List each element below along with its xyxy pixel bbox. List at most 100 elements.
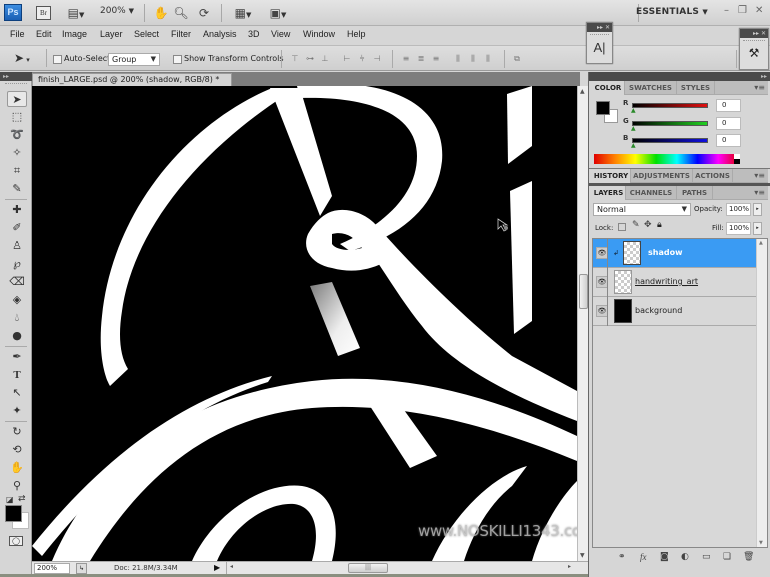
status-options-icon[interactable]: ↳ bbox=[76, 563, 87, 574]
history-brush-tool-icon[interactable]: ℘ bbox=[7, 256, 27, 272]
restore-button[interactable]: ❐ bbox=[738, 5, 747, 16]
lock-image-pixels-icon[interactable]: ✎ bbox=[632, 220, 640, 230]
clone-stamp-tool-icon[interactable]: ♙ bbox=[7, 238, 27, 254]
layer-name[interactable]: shadow bbox=[648, 248, 682, 257]
blue-slider-handle[interactable]: ▲ bbox=[631, 142, 636, 149]
vertical-scrollbar[interactable]: ▲ ▼ bbox=[577, 86, 588, 561]
layer-row-background[interactable]: 👁︎ background bbox=[593, 297, 756, 326]
toolbox-header[interactable]: ▸▸ bbox=[0, 72, 32, 81]
new-layer-icon[interactable]: ❏ bbox=[723, 552, 731, 562]
3d-rotate-tool-icon[interactable]: ↻ bbox=[7, 424, 27, 440]
scroll-down-icon[interactable]: ▼ bbox=[580, 552, 585, 559]
rotate-view-icon[interactable]: ⟳ bbox=[196, 5, 212, 21]
tab-adjustments[interactable]: ADJUSTMENTS bbox=[631, 169, 693, 183]
type-tool-icon[interactable]: T bbox=[7, 367, 27, 383]
menu-image[interactable]: Image bbox=[62, 29, 87, 39]
lock-all-icon[interactable]: 🔒︎ bbox=[657, 220, 662, 230]
auto-select-checkbox[interactable] bbox=[53, 55, 62, 64]
swap-colors-icon[interactable]: ⇄ bbox=[18, 494, 26, 504]
panel-menu-icon[interactable]: ▾≡ bbox=[754, 169, 765, 183]
distribute-top-icon[interactable]: ≡ bbox=[400, 54, 412, 64]
move-tool-preset-picker[interactable]: ➤ ▾ bbox=[14, 51, 30, 65]
fill-field[interactable]: 100% bbox=[726, 222, 751, 235]
zoom-tool-icon[interactable]: ⚲ bbox=[7, 478, 27, 494]
view-extras-button[interactable]: ▤▼ bbox=[63, 5, 89, 21]
align-left-edges-icon[interactable]: ⊢ bbox=[341, 54, 353, 64]
distribute-bottom-icon[interactable]: ≡ bbox=[430, 54, 442, 64]
panel-menu-icon[interactable]: ▾≡ bbox=[754, 81, 765, 95]
layer-name[interactable]: handwriting_art bbox=[635, 277, 698, 286]
lasso-tool-icon[interactable]: ➰ bbox=[7, 127, 27, 143]
distribute-vertical-centers-icon[interactable]: ≣ bbox=[415, 54, 427, 64]
distribute-right-icon[interactable]: ⫼ bbox=[482, 54, 494, 64]
fill-slider-toggle[interactable]: ▸ bbox=[753, 222, 762, 235]
lock-transparent-pixels-icon[interactable] bbox=[618, 223, 626, 231]
menu-window[interactable]: Window bbox=[303, 29, 335, 39]
blue-value[interactable]: 0 bbox=[716, 134, 741, 147]
align-vertical-centers-icon[interactable]: ⊶ bbox=[304, 54, 316, 64]
status-menu-arrow-icon[interactable]: ▶ bbox=[214, 563, 220, 572]
menu-help[interactable]: Help bbox=[347, 29, 366, 39]
lock-position-icon[interactable]: ✥ bbox=[644, 220, 652, 230]
align-horizontal-centers-icon[interactable]: ⫩ bbox=[356, 54, 368, 64]
blur-tool-icon[interactable]: 💧︎ bbox=[7, 310, 27, 326]
marquee-tool-icon[interactable]: ⬚ bbox=[7, 109, 27, 125]
menu-edit[interactable]: Edit bbox=[36, 29, 52, 39]
horizontal-scroll-thumb[interactable]: ||| bbox=[348, 563, 388, 573]
scroll-up-icon[interactable]: ▲ bbox=[580, 88, 585, 95]
workspace-switcher[interactable]: ESSENTIALS ▼ bbox=[636, 7, 708, 17]
tab-channels[interactable]: CHANNELS bbox=[626, 186, 677, 200]
menu-file[interactable]: File bbox=[10, 29, 25, 39]
black-swatch[interactable] bbox=[734, 159, 740, 164]
launch-bridge-button[interactable]: Br bbox=[36, 6, 51, 20]
layer-row-handwriting-art[interactable]: 👁︎ handwriting_art bbox=[593, 268, 756, 297]
layer-style-fx-icon[interactable]: fx bbox=[640, 552, 647, 562]
menu-view[interactable]: View bbox=[271, 29, 290, 39]
foreground-color-swatch[interactable] bbox=[596, 101, 610, 115]
menu-layer[interactable]: Layer bbox=[100, 29, 123, 39]
document-tab[interactable]: finish_LARGE.psd @ 200% (shadow, RGB/8) … bbox=[32, 73, 232, 96]
auto-select-dropdown[interactable]: Group ▼ bbox=[108, 53, 160, 66]
quick-mask-icon[interactable]: ◯ bbox=[9, 536, 23, 546]
adjustment-layer-icon[interactable]: ◐ bbox=[681, 552, 689, 562]
align-top-edges-icon[interactable]: ⊤ bbox=[289, 54, 301, 64]
document-canvas[interactable]: www.NOSKILLI1343.com bbox=[32, 86, 577, 561]
scroll-right-icon[interactable]: ▸ bbox=[568, 563, 571, 570]
scroll-left-icon[interactable]: ◂ bbox=[230, 563, 233, 570]
eyedropper-tool-icon[interactable]: ✎ bbox=[7, 181, 27, 197]
tab-paths[interactable]: PATHS bbox=[677, 186, 713, 200]
distribute-horizontal-centers-icon[interactable]: ⫼ bbox=[467, 54, 479, 64]
tab-actions[interactable]: ACTIONS bbox=[693, 169, 733, 183]
distribute-left-icon[interactable]: ⫼ bbox=[452, 54, 464, 64]
character-panel-iconic[interactable]: ▸▸ ✕ A| bbox=[586, 22, 613, 64]
crop-tool-icon[interactable]: ⌗ bbox=[7, 163, 27, 179]
align-bottom-edges-icon[interactable]: ⊥ bbox=[319, 54, 331, 64]
scroll-down-icon[interactable]: ▼ bbox=[759, 540, 763, 546]
green-slider-handle[interactable]: ▲ bbox=[631, 125, 636, 132]
layers-scrollbar[interactable]: ▲ ▼ bbox=[756, 239, 767, 547]
magic-wand-tool-icon[interactable]: ✧ bbox=[7, 145, 27, 161]
eraser-tool-icon[interactable]: ⌫ bbox=[7, 274, 27, 290]
healing-brush-tool-icon[interactable]: ✚ bbox=[7, 202, 27, 218]
link-layers-icon[interactable]: ⚭ bbox=[618, 552, 626, 562]
dodge-tool-icon[interactable]: ● bbox=[7, 328, 27, 344]
panel-dock-header[interactable]: ▸▸ bbox=[589, 72, 770, 81]
blend-mode-dropdown[interactable]: Normal ▼ bbox=[593, 203, 691, 216]
tab-styles[interactable]: STYLES bbox=[677, 81, 715, 95]
menu-3d[interactable]: 3D bbox=[248, 29, 260, 39]
panel-menu-icon[interactable]: ▾≡ bbox=[754, 186, 765, 200]
add-layer-mask-icon[interactable]: ◙ bbox=[660, 552, 669, 562]
tool-presets-panel-iconic[interactable]: ▸▸ ✕ ⚒ bbox=[739, 28, 769, 70]
foreground-color-swatch[interactable] bbox=[5, 505, 22, 522]
tab-layers[interactable]: LAYERS bbox=[592, 186, 626, 200]
zoom-tool-icon[interactable]: 🔍︎ bbox=[173, 5, 189, 21]
zoom-field[interactable]: 200% bbox=[34, 563, 70, 574]
red-slider[interactable] bbox=[632, 103, 708, 108]
color-spectrum-ramp[interactable] bbox=[594, 154, 739, 164]
layer-row-shadow[interactable]: 👁︎ ↲ shadow bbox=[593, 239, 756, 268]
menu-analysis[interactable]: Analysis bbox=[203, 29, 237, 39]
align-right-edges-icon[interactable]: ⊣ bbox=[371, 54, 383, 64]
tab-history[interactable]: HISTORY bbox=[592, 169, 631, 183]
screen-mode-button[interactable]: ▣▼ bbox=[265, 5, 291, 21]
move-tool-icon[interactable]: ➤ bbox=[7, 91, 27, 107]
